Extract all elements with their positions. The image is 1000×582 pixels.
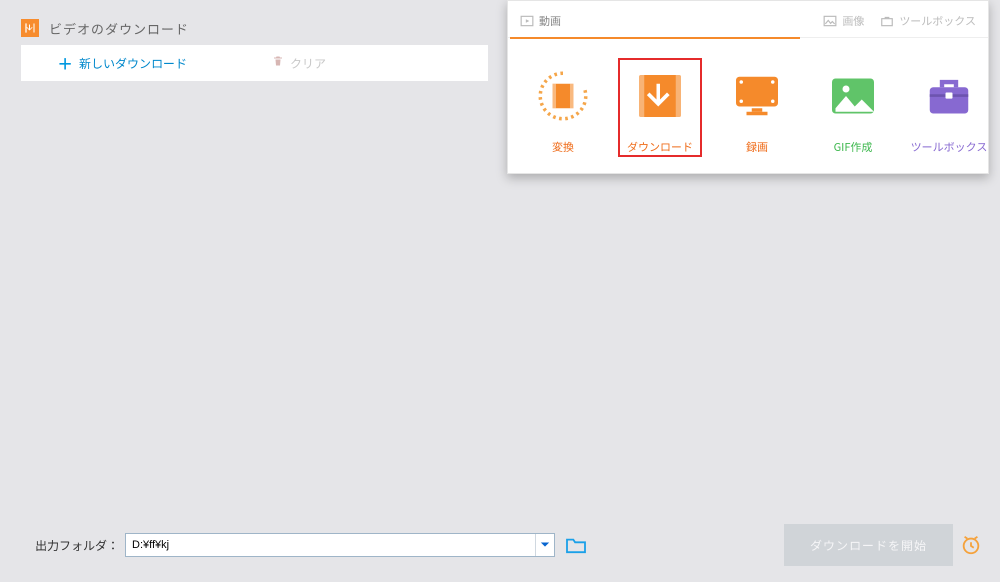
- output-folder-select[interactable]: [125, 533, 555, 557]
- new-download-label: 新しいダウンロード: [79, 55, 187, 72]
- open-folder-button[interactable]: [565, 536, 587, 554]
- schedule-icon[interactable]: [953, 534, 989, 556]
- tab-video[interactable]: 動画: [512, 5, 569, 37]
- category-panel: 動画 画像 ツールボックス 変換: [507, 0, 989, 174]
- tile-record[interactable]: 録画: [716, 58, 798, 157]
- plus-icon: ＋: [57, 55, 73, 71]
- tile-gif-label: GIF作成: [834, 139, 873, 155]
- tab-toolbox[interactable]: ツールボックス: [872, 5, 984, 37]
- tab-image[interactable]: 画像: [815, 5, 872, 37]
- chevron-down-icon[interactable]: [535, 534, 554, 556]
- toolbox-large-icon: [915, 63, 983, 129]
- tab-image-label: 画像: [842, 13, 864, 29]
- download-icon: [626, 63, 694, 129]
- tab-toolbox-label: ツールボックス: [899, 13, 976, 29]
- image-icon: [823, 15, 837, 27]
- tile-toolbox[interactable]: ツールボックス: [908, 58, 990, 157]
- toolbox-icon: [880, 15, 894, 27]
- tile-toolbox-label: ツールボックス: [911, 139, 988, 155]
- video-icon: [520, 15, 534, 27]
- start-download-button[interactable]: ダウンロードを開始: [784, 524, 953, 566]
- tile-convert[interactable]: 変換: [522, 58, 604, 157]
- page-title-bar: ビデオのダウンロード: [21, 14, 189, 42]
- tile-download[interactable]: ダウンロード: [618, 58, 702, 157]
- convert-icon: [529, 63, 597, 129]
- tile-convert-label: 変換: [552, 139, 574, 155]
- page-title: ビデオのダウンロード: [49, 19, 189, 38]
- gif-icon: [819, 63, 887, 129]
- bottom-bar: 出力フォルダ： ダウンロードを開始: [21, 524, 989, 566]
- clear-button[interactable]: クリア: [272, 54, 326, 72]
- toolbar: ＋ 新しいダウンロード クリア: [21, 45, 488, 81]
- tab-video-label: 動画: [539, 13, 561, 29]
- output-folder-label: 出力フォルダ：: [35, 537, 119, 554]
- tile-gif[interactable]: GIF作成: [812, 58, 894, 157]
- tile-record-label: 録画: [746, 139, 768, 155]
- tile-grid: 変換 ダウンロード: [508, 38, 988, 165]
- active-tab-underline: [510, 37, 800, 39]
- download-icon: [21, 19, 39, 37]
- new-download-button[interactable]: ＋ 新しいダウンロード: [57, 55, 187, 72]
- start-download-label: ダウンロードを開始: [810, 537, 927, 554]
- record-icon: [723, 63, 791, 129]
- clear-label: クリア: [290, 55, 326, 72]
- output-folder-input[interactable]: [126, 537, 535, 553]
- trash-icon: [272, 54, 284, 72]
- tile-download-label: ダウンロード: [627, 139, 693, 155]
- panel-tabs: 動画 画像 ツールボックス: [508, 1, 988, 38]
